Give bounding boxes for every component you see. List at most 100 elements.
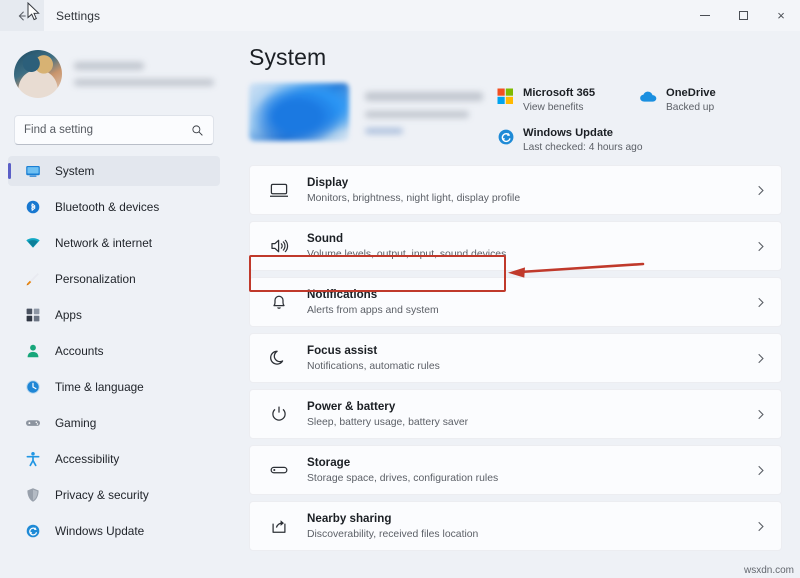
sidebar-item-windows-update[interactable]: Windows Update xyxy=(8,516,220,546)
shield-icon xyxy=(24,487,41,504)
person-icon xyxy=(24,343,41,360)
row-title: Nearby sharing xyxy=(307,511,754,526)
back-button[interactable] xyxy=(0,0,44,31)
device-thumbnail xyxy=(249,83,349,141)
speaker-icon xyxy=(268,236,289,257)
user-profile[interactable] xyxy=(0,31,228,105)
clock-icon xyxy=(24,379,41,396)
sidebar-item-label: Time & language xyxy=(55,380,144,394)
status-text: Microsoft 365 View benefits xyxy=(523,86,595,115)
row-text: Focus assist Notifications, automatic ru… xyxy=(307,343,754,374)
chevron-right-icon xyxy=(754,296,767,309)
minimize-button[interactable] xyxy=(686,0,724,31)
device-model-redacted xyxy=(365,111,469,118)
avatar xyxy=(14,50,62,98)
status-title: Microsoft 365 xyxy=(523,86,595,100)
sidebar-item-label: Accessibility xyxy=(55,452,119,466)
sidebar-item-time-language[interactable]: Time & language xyxy=(8,372,220,402)
sidebar-item-network-internet[interactable]: Network & internet xyxy=(8,228,220,258)
sidebar-item-label: Windows Update xyxy=(55,524,144,538)
sidebar-item-accessibility[interactable]: Accessibility xyxy=(8,444,220,474)
status-card-onedrive[interactable]: OneDrive Backed up xyxy=(639,86,782,115)
gamepad-icon xyxy=(24,415,41,432)
sidebar-item-accounts[interactable]: Accounts xyxy=(8,336,220,366)
sidebar-item-label: Bluetooth & devices xyxy=(55,200,159,214)
device-link-redacted[interactable] xyxy=(365,128,403,134)
maximize-icon xyxy=(739,11,748,20)
row-title: Storage xyxy=(307,455,754,470)
status-cards: Microsoft 365 View benefits OneDrive Bac… xyxy=(496,83,782,155)
row-text: Notifications Alerts from apps and syste… xyxy=(307,287,754,318)
watermark: wsxdn.com xyxy=(744,565,794,576)
row-title: Sound xyxy=(307,231,754,246)
row-title: Notifications xyxy=(307,287,754,302)
drive-icon xyxy=(268,460,289,481)
chevron-right-icon xyxy=(754,184,767,197)
back-arrow-icon xyxy=(15,9,29,23)
settings-row-focus-assist[interactable]: Focus assist Notifications, automatic ru… xyxy=(249,333,782,383)
window-controls: × xyxy=(686,0,800,31)
bell-icon xyxy=(268,292,289,313)
row-title: Display xyxy=(307,175,754,190)
search-box[interactable] xyxy=(14,115,214,145)
title-bar: Settings × xyxy=(0,0,800,31)
chevron-right-icon xyxy=(754,352,767,365)
row-text: Nearby sharing Discoverability, received… xyxy=(307,511,754,542)
status-text: Windows Update Last checked: 4 hours ago xyxy=(523,126,643,155)
row-title: Power & battery xyxy=(307,399,754,414)
row-title: Focus assist xyxy=(307,343,754,358)
status-title: OneDrive xyxy=(666,86,716,100)
row-text: Display Monitors, brightness, night ligh… xyxy=(307,175,754,206)
page-title: System xyxy=(249,44,800,71)
sidebar-item-system[interactable]: System xyxy=(8,156,220,186)
power-icon xyxy=(268,404,289,425)
search-icon xyxy=(191,124,204,137)
sidebar-item-gaming[interactable]: Gaming xyxy=(8,408,220,438)
status-subtitle: Last checked: 4 hours ago xyxy=(523,141,643,155)
moon-icon xyxy=(268,348,289,369)
settings-row-power-battery[interactable]: Power & battery Sleep, battery usage, ba… xyxy=(249,389,782,439)
row-subtitle: Alerts from apps and system xyxy=(307,303,754,318)
maximize-button[interactable] xyxy=(724,0,762,31)
sidebar-item-label: Privacy & security xyxy=(55,488,149,502)
sidebar-item-privacy-security[interactable]: Privacy & security xyxy=(8,480,220,510)
status-subtitle: View benefits xyxy=(523,101,595,115)
search-input[interactable] xyxy=(24,124,191,136)
row-text: Storage Storage space, drives, configura… xyxy=(307,455,754,486)
settings-list: Display Monitors, brightness, night ligh… xyxy=(249,165,782,551)
sidebar-item-apps[interactable]: Apps xyxy=(8,300,220,330)
user-name-redacted xyxy=(74,62,144,70)
status-text: OneDrive Backed up xyxy=(666,86,716,115)
chevron-right-icon xyxy=(754,464,767,477)
settings-window: Settings × xyxy=(0,0,800,578)
settings-row-nearby-sharing[interactable]: Nearby sharing Discoverability, received… xyxy=(249,501,782,551)
row-subtitle: Discoverability, received files location xyxy=(307,527,754,542)
device-name-redacted xyxy=(365,92,483,101)
close-button[interactable]: × xyxy=(762,0,800,31)
status-subtitle: Backed up xyxy=(666,101,716,115)
settings-row-display[interactable]: Display Monitors, brightness, night ligh… xyxy=(249,165,782,215)
sidebar-item-label: Accounts xyxy=(55,344,104,358)
monitor-icon xyxy=(24,163,41,180)
status-title: Windows Update xyxy=(523,126,643,140)
sidebar-item-label: System xyxy=(55,164,94,178)
sidebar-item-bluetooth-devices[interactable]: Bluetooth & devices xyxy=(8,192,220,222)
settings-row-sound[interactable]: Sound Volume levels, output, input, soun… xyxy=(249,221,782,271)
window-title: Settings xyxy=(56,9,100,23)
onedrive-cloud-icon xyxy=(639,87,658,106)
sidebar-item-personalization[interactable]: Personalization xyxy=(8,264,220,294)
paintbrush-icon xyxy=(24,271,41,288)
status-card-microsoft-365[interactable]: Microsoft 365 View benefits xyxy=(496,86,639,115)
settings-row-notifications[interactable]: Notifications Alerts from apps and syste… xyxy=(249,277,782,327)
row-subtitle: Volume levels, output, input, sound devi… xyxy=(307,247,754,262)
chevron-right-icon xyxy=(754,240,767,253)
sidebar-item-label: Gaming xyxy=(55,416,96,430)
accessibility-person-icon xyxy=(24,451,41,468)
device-card[interactable] xyxy=(249,83,496,155)
status-card-windows-update[interactable]: Windows Update Last checked: 4 hours ago xyxy=(496,126,782,155)
device-meta xyxy=(365,83,483,134)
user-email-redacted xyxy=(74,79,214,86)
settings-row-storage[interactable]: Storage Storage space, drives, configura… xyxy=(249,445,782,495)
microsoft-logo-icon xyxy=(496,87,515,106)
profile-text xyxy=(74,62,214,86)
